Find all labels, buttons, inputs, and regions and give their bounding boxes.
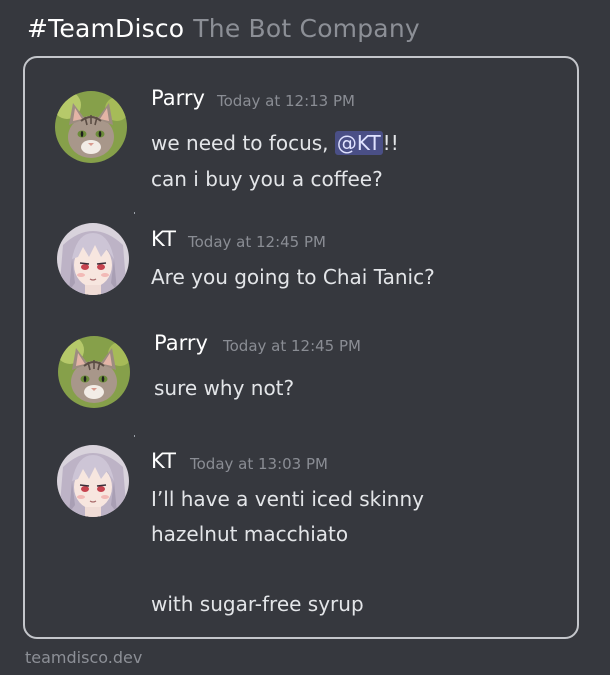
timestamp: Today at 12:45 PM xyxy=(188,233,326,251)
anime-girl-avatar[interactable] xyxy=(57,445,129,517)
message-line: Are you going to Chai Tanic? xyxy=(151,265,435,289)
timestamp: Today at 13:03 PM xyxy=(190,455,328,473)
message-line: hazelnut macchiato xyxy=(151,522,349,546)
message-line: can i buy you a coffee? xyxy=(151,167,383,191)
separator-dot xyxy=(134,435,135,437)
company-name: The Bot Company xyxy=(193,14,420,43)
message-line: I’ll have a venti iced skinny xyxy=(151,487,424,511)
message-line: with sugar-free syrup xyxy=(151,592,364,616)
timestamp: Today at 12:45 PM xyxy=(223,337,361,355)
chat-screenshot: #TeamDisco The Bot Company Parry Today a… xyxy=(0,0,610,675)
message-text: we need to focus, xyxy=(151,131,335,155)
separator-dot xyxy=(134,212,135,214)
cat-avatar[interactable] xyxy=(58,336,130,408)
author-name[interactable]: Parry xyxy=(154,331,208,355)
author-name[interactable]: KT xyxy=(151,227,176,251)
header: #TeamDisco The Bot Company xyxy=(27,14,420,54)
footer-site[interactable]: teamdisco.dev xyxy=(25,648,142,667)
timestamp: Today at 12:13 PM xyxy=(217,92,355,110)
message-line: sure why not? xyxy=(154,376,295,400)
author-name[interactable]: Parry xyxy=(151,86,205,110)
author-name[interactable]: KT xyxy=(151,449,176,473)
channel-name[interactable]: #TeamDisco xyxy=(27,14,184,43)
anime-girl-avatar[interactable] xyxy=(57,223,129,295)
cat-avatar[interactable] xyxy=(55,91,127,163)
user-mention[interactable]: @KT xyxy=(334,131,383,155)
message-text: !! xyxy=(382,131,399,155)
message-line: we need to focus, @KT!! xyxy=(151,131,399,155)
